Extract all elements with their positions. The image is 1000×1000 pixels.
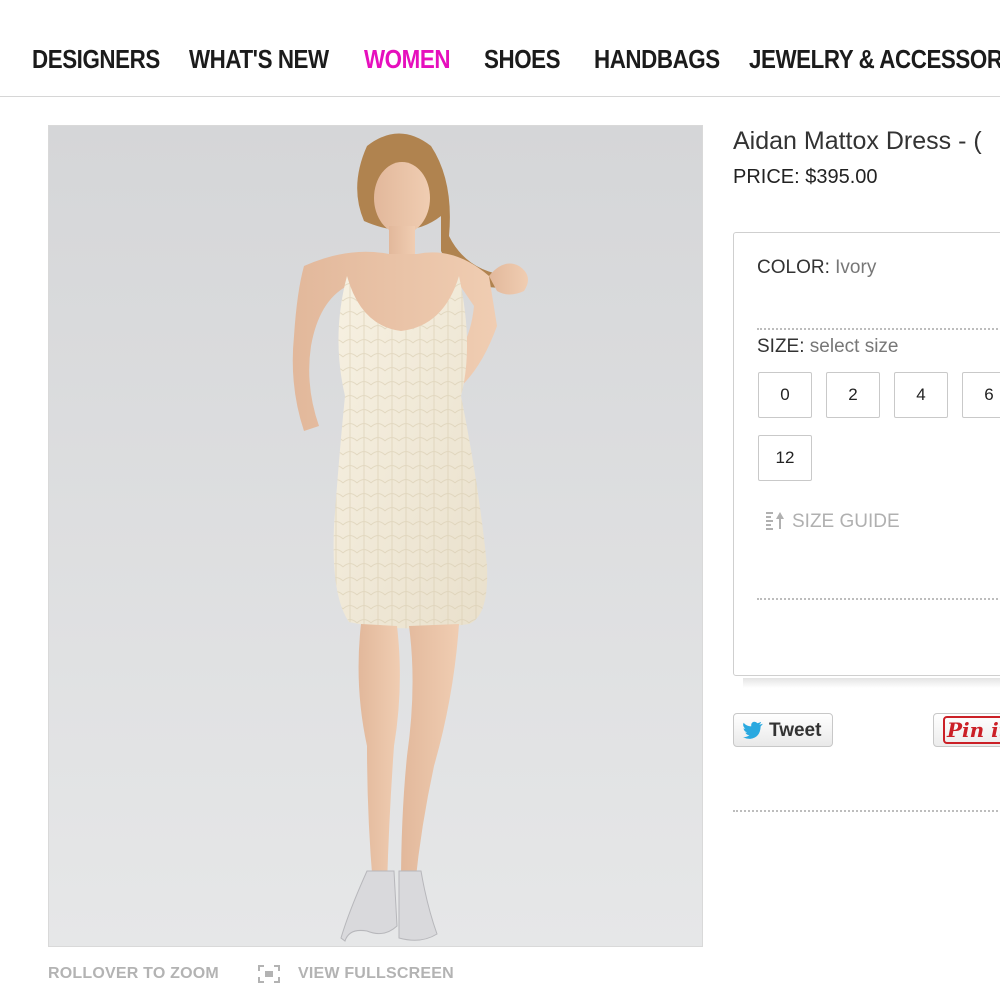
divider [757,598,1000,600]
fullscreen-icon[interactable] [258,965,280,983]
view-fullscreen-link[interactable]: VIEW FULLSCREEN [298,965,454,983]
nav-item-designers[interactable]: DESIGNERS [32,44,160,75]
size-option-0[interactable]: 0 [758,372,812,418]
color-value: Ivory [835,257,877,278]
size-label: SIZE: [757,336,805,357]
twitter-bird-icon [743,721,763,739]
nav-item-jewelry-accessories[interactable]: JEWELRY & ACCESSORI [749,44,1000,75]
divider [733,810,1000,812]
rollover-to-zoom-label: ROLLOVER TO ZOOM [48,965,219,982]
color-row: COLOR: Ivory [757,257,876,279]
size-option-6[interactable]: 6 [962,372,1000,418]
size-row: SIZE: select size [757,336,899,358]
ruler-icon [766,512,784,530]
size-option-4[interactable]: 4 [894,372,948,418]
product-title: Aidan Mattox Dress - ( [733,127,982,155]
options-box-shadow [743,678,1000,688]
size-option-2[interactable]: 2 [826,372,880,418]
tweet-button[interactable]: Tweet [733,713,833,747]
nav-item-whats-new[interactable]: WHAT'S NEW [189,44,329,75]
size-option-12[interactable]: 12 [758,435,812,481]
nav-item-handbags[interactable]: HANDBAGS [594,44,720,75]
price-label: PRICE: [733,166,800,188]
product-image[interactable] [48,125,703,947]
tweet-label: Tweet [769,720,822,741]
size-value: select size [809,336,899,357]
size-guide-label: SIZE GUIDE [792,511,900,532]
top-navigation: DESIGNERS WHAT'S NEW WOMEN SHOES HANDBAG… [0,0,1000,97]
color-label: COLOR: [757,257,830,278]
nav-item-shoes[interactable]: SHOES [484,44,561,75]
pin-it-label: Pin it [943,716,1000,744]
price-row: PRICE: $395.00 [733,166,878,189]
price-value: $395.00 [805,166,878,188]
divider [757,328,1000,330]
size-guide-link[interactable]: SIZE GUIDE [764,510,900,533]
pin-it-button[interactable]: Pin it [933,713,1000,747]
nav-item-women[interactable]: WOMEN [364,44,450,75]
product-photo [49,126,702,946]
